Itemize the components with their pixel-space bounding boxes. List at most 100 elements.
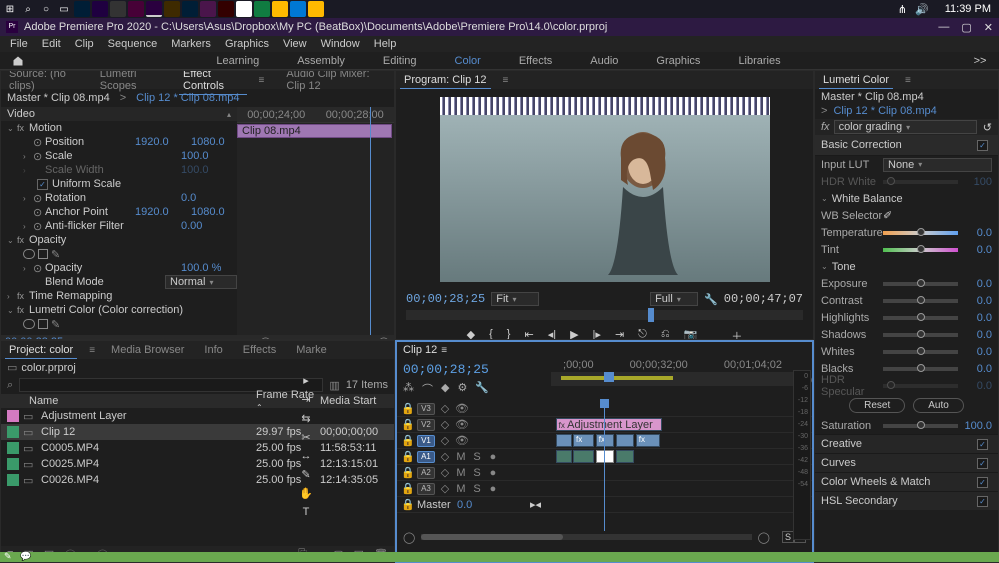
track-lock-icon[interactable]: 🔒: [401, 482, 413, 495]
track-target-v1[interactable]: V1: [417, 435, 435, 447]
program-panel-menu[interactable]: ≡: [503, 75, 509, 86]
timeline-video-clip[interactable]: fx: [636, 434, 660, 447]
wifi-icon[interactable]: ⋔: [898, 3, 907, 16]
mask-pen-icon2[interactable]: ✎: [51, 318, 60, 331]
track-out-icon[interactable]: ◇: [439, 466, 451, 479]
tab-audio-clip-mixer[interactable]: Audio Clip Mixer: Clip 12: [282, 70, 390, 94]
ec-mini-timeline[interactable]: 00;00;24;0000;00;28;00 Clip 08.mp4: [237, 107, 394, 335]
temperature-value[interactable]: 0.0: [964, 227, 992, 239]
mark-out-icon[interactable]: }: [507, 328, 511, 340]
search-icon[interactable]: ⌕: [20, 1, 36, 17]
fx-lumetri[interactable]: Lumetri Color (Color correction): [29, 304, 237, 316]
whites-value[interactable]: 0.0: [964, 346, 992, 358]
program-fit-select[interactable]: Fit: [491, 292, 539, 306]
timeline-video-clip[interactable]: fx: [596, 434, 615, 447]
taskbar-app-ps[interactable]: [74, 1, 90, 17]
lum-hsl-checkbox[interactable]: ✓: [977, 496, 988, 507]
track-eye-icon[interactable]: 👁: [455, 402, 467, 415]
fx-opacity[interactable]: Opacity: [29, 234, 237, 246]
track-lock-icon[interactable]: 🔒: [401, 498, 413, 511]
track-target-v3[interactable]: V3: [417, 403, 435, 415]
menu-file[interactable]: File: [4, 37, 34, 51]
ec-sequence-link[interactable]: Clip 12 * Clip 08.mp4: [136, 92, 239, 104]
go-to-out-icon[interactable]: ⇥: [615, 328, 624, 340]
contrast-value[interactable]: 0.0: [964, 295, 992, 307]
slip-tool[interactable]: ↔: [301, 450, 312, 462]
project-item-row[interactable]: ▭ C0026.MP4 25.00 fps 12:14:35:05: [1, 472, 394, 488]
timeline-zoom-scrollbar[interactable]: [421, 534, 751, 540]
lift-icon[interactable]: ⎋: [638, 328, 647, 340]
mask-pen-icon[interactable]: ✎: [51, 248, 60, 261]
mic-icon[interactable]: ●: [487, 483, 499, 495]
timeline-video-clip[interactable]: fx: [573, 434, 594, 447]
tab-info[interactable]: Info: [200, 342, 226, 358]
saturation-slider[interactable]: [883, 424, 958, 428]
master-link-icon[interactable]: ▸◂: [530, 498, 541, 511]
track-out-icon[interactable]: ◇: [439, 450, 451, 463]
highlights-value[interactable]: 0.0: [964, 312, 992, 324]
snap-icon[interactable]: ⁂: [403, 381, 414, 397]
lum-creative[interactable]: Creative: [821, 438, 862, 450]
workspace-audio[interactable]: Audio: [590, 55, 618, 67]
prop-flicker[interactable]: 0.00: [181, 220, 237, 232]
wb-label[interactable]: White Balance: [832, 193, 903, 205]
blacks-slider[interactable]: [883, 367, 958, 371]
eyedropper-icon[interactable]: ✐: [883, 209, 892, 222]
taskbar-app-ai[interactable]: [218, 1, 234, 17]
track-eye-icon[interactable]: 👁: [455, 418, 467, 431]
clip-adjustment-layer[interactable]: fx Adjustment Layer: [556, 418, 663, 431]
contrast-slider[interactable]: [883, 299, 958, 303]
lum-basic-checkbox[interactable]: ✓: [977, 140, 988, 151]
master-level[interactable]: 0.0: [457, 499, 472, 511]
project-item-row[interactable]: ▭ Adjustment Layer: [1, 408, 394, 424]
hand-tool[interactable]: ✋: [299, 487, 313, 500]
project-breadcrumb[interactable]: color.prproj: [21, 362, 75, 374]
lumetri-panel-menu[interactable]: ≡: [905, 75, 911, 86]
tab-source[interactable]: Source: (no clips): [5, 70, 84, 94]
track-lock-icon[interactable]: 🔒: [401, 418, 413, 431]
step-back-icon[interactable]: ◂|: [548, 328, 556, 340]
home-icon[interactable]: [10, 53, 26, 69]
track-target-a2[interactable]: A2: [417, 467, 435, 479]
taskbar-app-pr[interactable]: [146, 1, 162, 17]
mask-rect-icon2[interactable]: [38, 319, 48, 329]
lum-reset-button[interactable]: Reset: [849, 398, 905, 413]
taskbar-app-dw[interactable]: [128, 1, 144, 17]
menu-markers[interactable]: Markers: [165, 37, 217, 51]
taskbar-app-ms[interactable]: [290, 1, 306, 17]
track-select-tool[interactable]: ⇥: [301, 393, 310, 406]
menu-sequence[interactable]: Sequence: [102, 37, 164, 51]
taskview-icon[interactable]: ▭: [56, 1, 72, 17]
pen-tool[interactable]: ✎: [301, 468, 310, 481]
temperature-slider[interactable]: [883, 231, 958, 235]
tint-value[interactable]: 0.0: [964, 244, 992, 256]
taskbar-app-excel[interactable]: [254, 1, 270, 17]
fx-motion[interactable]: Motion: [29, 122, 237, 134]
track-target-a3[interactable]: A3: [417, 483, 435, 495]
lum-curves[interactable]: Curves: [821, 457, 856, 469]
col-name[interactable]: Name: [29, 395, 256, 407]
fx-timeremap[interactable]: Time Remapping: [29, 290, 237, 302]
tab-effects[interactable]: Effects: [239, 342, 280, 358]
tone-label[interactable]: Tone: [832, 261, 856, 273]
timeline-panel-menu[interactable]: ≡: [441, 345, 447, 356]
whites-slider[interactable]: [883, 350, 958, 354]
project-item-row[interactable]: ▭ Clip 12 29.97 fps 00;00;00;00: [1, 424, 394, 440]
prop-position-x[interactable]: 1920.0: [135, 136, 191, 148]
taskbar-app-folder2[interactable]: [308, 1, 324, 17]
tab-media-browser[interactable]: Media Browser: [107, 342, 188, 358]
step-forward-icon[interactable]: |▸: [593, 328, 601, 340]
menu-clip[interactable]: Clip: [69, 37, 100, 51]
lum-link[interactable]: Clip 12 * Clip 08.mp4: [833, 105, 936, 117]
menu-window[interactable]: Window: [315, 37, 366, 51]
tab-effect-controls[interactable]: Effect Controls: [179, 70, 247, 95]
prop-anchor-x[interactable]: 1920.0: [135, 206, 191, 218]
tint-slider[interactable]: [883, 248, 958, 252]
search-icon[interactable]: ⌕: [7, 379, 13, 392]
prop-blend-select[interactable]: Normal: [165, 275, 237, 289]
lum-reset-icon[interactable]: ↺: [983, 121, 992, 134]
prop-rotation[interactable]: 0.0: [181, 192, 237, 204]
project-panel-menu[interactable]: ≡: [89, 345, 95, 356]
clock[interactable]: 11:39 PM: [945, 3, 991, 15]
timeline-audio-clip[interactable]: [556, 450, 572, 463]
